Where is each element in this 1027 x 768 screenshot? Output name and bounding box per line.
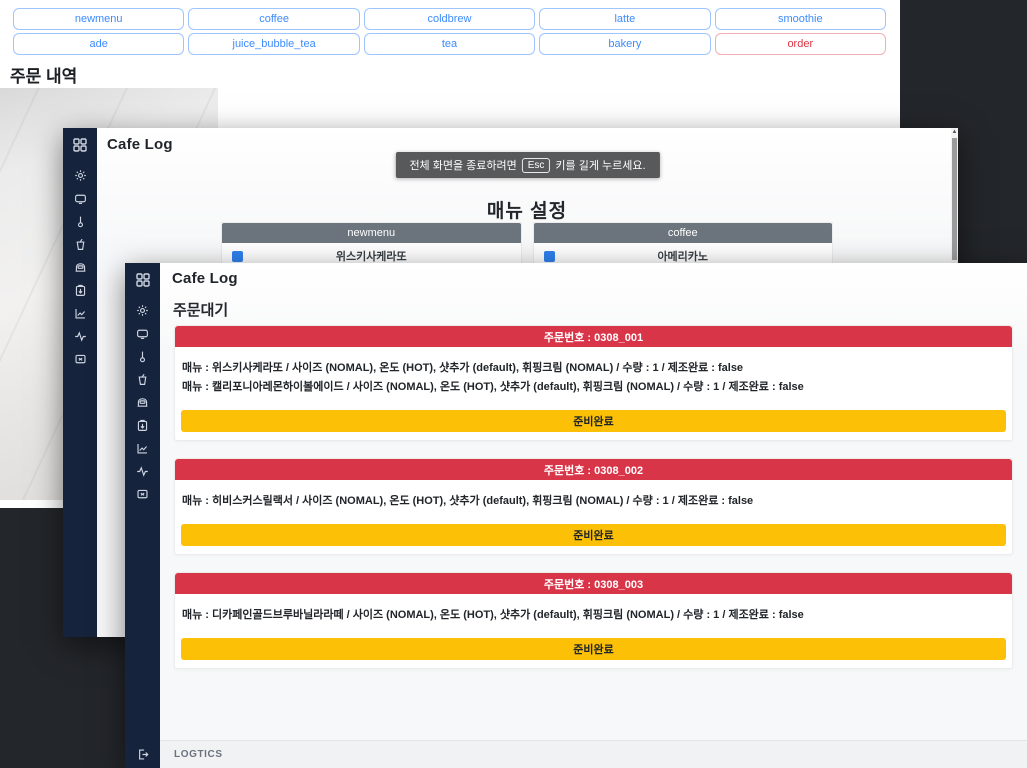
menu-row-label: 아메리카노 [657, 248, 708, 264]
checkbox[interactable] [232, 251, 243, 262]
order-item-line: 매뉴 : 위스키사케라또 / 사이즈 (NOMAL), 온도 (HOT), 샷추… [182, 359, 1005, 378]
order-item-line: 매뉴 : 히비스커스릴랙서 / 사이즈 (NOMAL), 온도 (HOT), 샷… [182, 492, 1005, 511]
order-number-bar: 주문번호 : 0308_002 [175, 459, 1012, 480]
monitor-icon[interactable] [74, 192, 87, 205]
order-card-list: 주문번호 : 0308_001 매뉴 : 위스키사케라또 / 사이즈 (NOMA… [174, 325, 1013, 669]
machine-icon[interactable] [136, 396, 149, 409]
order-number-bar: 주문번호 : 0308_003 [175, 573, 1012, 594]
scrollbar-thumb[interactable] [952, 138, 957, 260]
tab-coffee[interactable]: coffee [188, 8, 359, 30]
checkbox[interactable] [544, 251, 555, 262]
tab-smoothie[interactable]: smoothie [715, 8, 886, 30]
chart-icon[interactable] [74, 307, 87, 320]
tab-bakery[interactable]: bakery [539, 33, 710, 55]
ready-button[interactable]: 준비완료 [181, 410, 1006, 432]
tab-juice-bubble-tea[interactable]: juice_bubble_tea [188, 33, 359, 55]
menu-tab-grid: newmenu coffee coldbrew latte smoothie a… [13, 8, 886, 55]
ready-button[interactable]: 준비완료 [181, 524, 1006, 546]
menu-row-label: 위스키사케라또 [336, 248, 407, 264]
order-history-title: 주문 내역 [10, 62, 77, 87]
order-card: 주문번호 : 0308_003 매뉴 : 디카페인골드브루바닐라라떼 / 사이즈… [174, 572, 1013, 669]
clipboard-icon[interactable] [74, 284, 87, 297]
gear-icon[interactable] [74, 169, 87, 182]
column-header: coffee [534, 223, 833, 243]
app-title: Cafe Log [107, 136, 173, 153]
tab-ade[interactable]: ade [13, 33, 184, 55]
ready-button[interactable]: 준비완료 [181, 638, 1006, 660]
desktop: newmenu coffee coldbrew latte smoothie a… [0, 0, 1027, 768]
machine-icon[interactable] [74, 261, 87, 274]
logout-icon[interactable] [136, 748, 149, 761]
thermometer-icon[interactable] [136, 350, 149, 363]
chart-icon[interactable] [136, 442, 149, 455]
notice-text-pre: 전체 화면을 종료하려면 [409, 157, 516, 173]
notice-text-post: 키를 길게 누르세요. [555, 157, 645, 173]
order-item-line: 매뉴 : 디카페인골드브루바닐라라떼 / 사이즈 (NOMAL), 온도 (HO… [182, 606, 1005, 625]
settings-sidebar [63, 128, 97, 637]
clipboard-icon[interactable] [136, 419, 149, 432]
thermometer-icon[interactable] [74, 215, 87, 228]
activity-icon[interactable] [136, 465, 149, 478]
fullscreen-notice: 전체 화면을 종료하려면 Esc 키를 길게 누르세요. [395, 152, 659, 178]
order-number-bar: 주문번호 : 0308_001 [175, 326, 1012, 347]
gear-icon[interactable] [136, 304, 149, 317]
esc-key-badge: Esc [522, 158, 551, 173]
kiosk-icon[interactable] [136, 488, 149, 501]
tab-coldbrew[interactable]: coldbrew [364, 8, 535, 30]
tab-tea[interactable]: tea [364, 33, 535, 55]
tab-latte[interactable]: latte [539, 8, 710, 30]
menu-settings-title: 매뉴 설정 [222, 196, 832, 223]
orders-sidebar [125, 263, 160, 768]
order-card: 주문번호 : 0308_001 매뉴 : 위스키사케라또 / 사이즈 (NOMA… [174, 325, 1013, 441]
apps-icon[interactable] [72, 137, 88, 153]
orders-main: Cafe Log 주문대기 주문번호 : 0308_001 매뉴 : 위스키사케… [160, 263, 1027, 768]
scrollbar-up-arrow[interactable]: ▲ [951, 129, 958, 135]
app-title: Cafe Log [172, 270, 238, 287]
monitor-icon[interactable] [136, 327, 149, 340]
column-header: newmenu [222, 223, 521, 243]
order-item-line: 매뉴 : 캘리포니아레몬하이볼에이드 / 사이즈 (NOMAL), 온도 (HO… [182, 378, 1005, 397]
orders-window: Cafe Log 주문대기 주문번호 : 0308_001 매뉴 : 위스키사케… [125, 263, 1027, 768]
drink-icon[interactable] [74, 238, 87, 251]
tab-order[interactable]: order [715, 33, 886, 55]
kiosk-icon[interactable] [74, 353, 87, 366]
apps-icon[interactable] [135, 272, 151, 288]
activity-icon[interactable] [74, 330, 87, 343]
order-card: 주문번호 : 0308_002 매뉴 : 히비스커스릴랙서 / 사이즈 (NOM… [174, 458, 1013, 555]
order-wait-title: 주문대기 [173, 299, 228, 320]
tab-newmenu[interactable]: newmenu [13, 8, 184, 30]
footer-brand: LOGTICS [160, 740, 1027, 768]
drink-icon[interactable] [136, 373, 149, 386]
